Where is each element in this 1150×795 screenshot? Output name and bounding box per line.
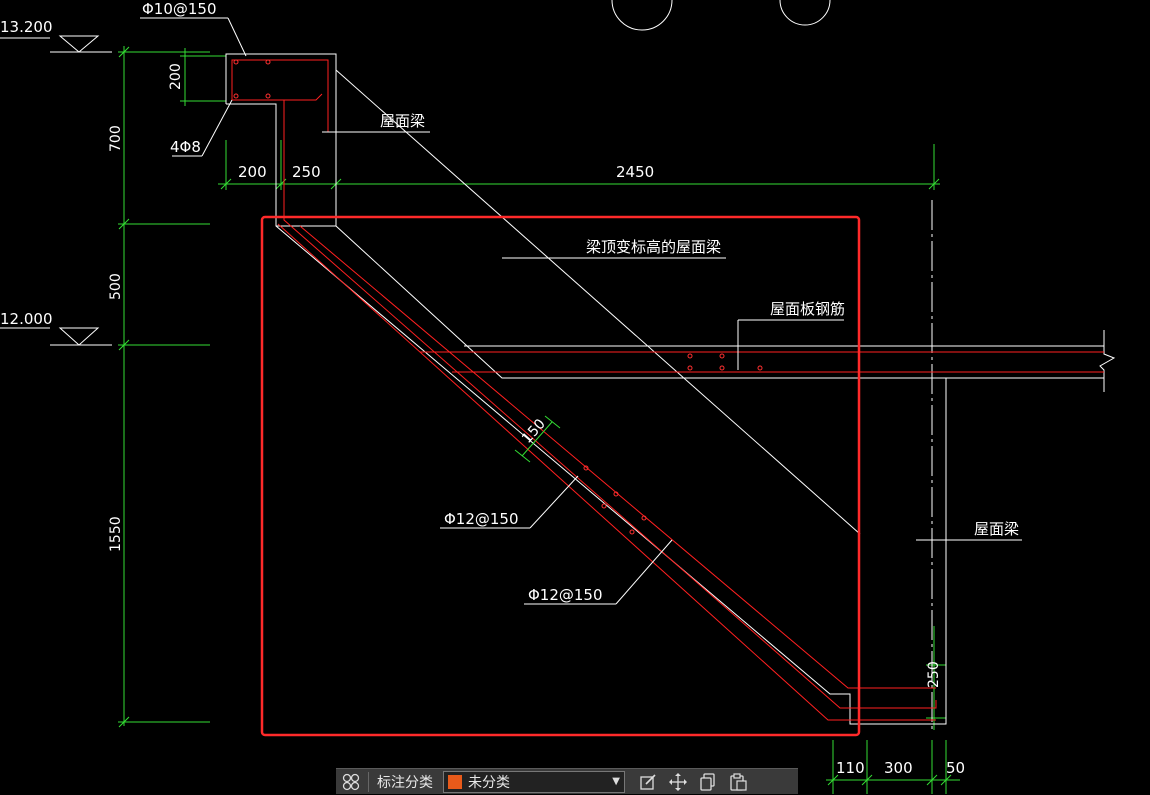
annotation-toolbar: 标注分类 未分类 ▼ xyxy=(336,768,798,794)
dim-250-horizontal: 250 xyxy=(292,163,321,181)
top-dimension-chain xyxy=(218,140,940,190)
dim-200-horizontal: 200 xyxy=(238,163,267,181)
label-leaders xyxy=(140,17,1022,605)
dim-150: 150 xyxy=(519,416,549,447)
dim-500: 500 xyxy=(108,273,124,300)
elevation-mid-text: 12.000 xyxy=(0,310,53,328)
label-roof-beam-top: 屋面梁 xyxy=(380,112,425,130)
edit-icon xyxy=(640,773,656,790)
category-color-swatch xyxy=(448,774,462,789)
grid-icon xyxy=(342,773,360,790)
label-stirrup-top: Φ10@150 xyxy=(142,0,217,18)
grid-bubble-left xyxy=(611,0,673,31)
dim-250-vertical: 250 xyxy=(926,661,942,688)
move-button[interactable] xyxy=(663,769,693,795)
category-value: 未分类 xyxy=(468,774,510,791)
beam-outline xyxy=(225,53,1116,730)
edit-button[interactable] xyxy=(633,769,663,795)
dim-110: 110 xyxy=(836,759,865,777)
category-label: 标注分类 xyxy=(377,774,433,791)
chevron-down-icon: ▼ xyxy=(612,776,620,787)
toolbar-separator xyxy=(368,771,369,792)
layers-button[interactable] xyxy=(336,769,366,795)
paste-icon xyxy=(730,772,747,791)
paste-button[interactable] xyxy=(723,769,753,795)
label-bars-top: 4Φ8 xyxy=(170,138,201,156)
copy-button[interactable] xyxy=(693,769,723,795)
dim-2450: 2450 xyxy=(616,163,654,181)
category-select[interactable]: 未分类 ▼ xyxy=(443,770,625,793)
dim-700: 700 xyxy=(108,125,124,152)
highlight-rectangle xyxy=(260,215,861,737)
cad-drawing-canvas[interactable]: 13.200 12.000 700 500 1550 200 200 250 2… xyxy=(0,0,1150,794)
dim-50: 50 xyxy=(946,759,965,777)
label-slab-rebar: 屋面板钢筋 xyxy=(770,300,845,318)
grid-bubble-right xyxy=(779,0,831,26)
copy-icon xyxy=(700,772,715,791)
dim-300: 300 xyxy=(884,759,913,777)
elevation-marker-top: 13.200 xyxy=(0,18,112,53)
label-rebar-a: Φ12@150 xyxy=(444,510,519,528)
label-rebar-b: Φ12@150 xyxy=(528,586,603,604)
elevation-top-text: 13.200 xyxy=(0,18,53,36)
rebar-dots xyxy=(233,59,763,535)
label-roof-beam-right: 屋面梁 xyxy=(974,520,1019,538)
label-sloped-beam: 梁顶变标高的屋面梁 xyxy=(586,238,721,256)
dim-1550: 1550 xyxy=(108,516,124,552)
rebar-lines xyxy=(231,59,1104,721)
move-icon xyxy=(669,772,687,791)
elevation-marker-mid: 12.000 xyxy=(0,310,112,346)
dim-200-vertical: 200 xyxy=(168,63,184,90)
